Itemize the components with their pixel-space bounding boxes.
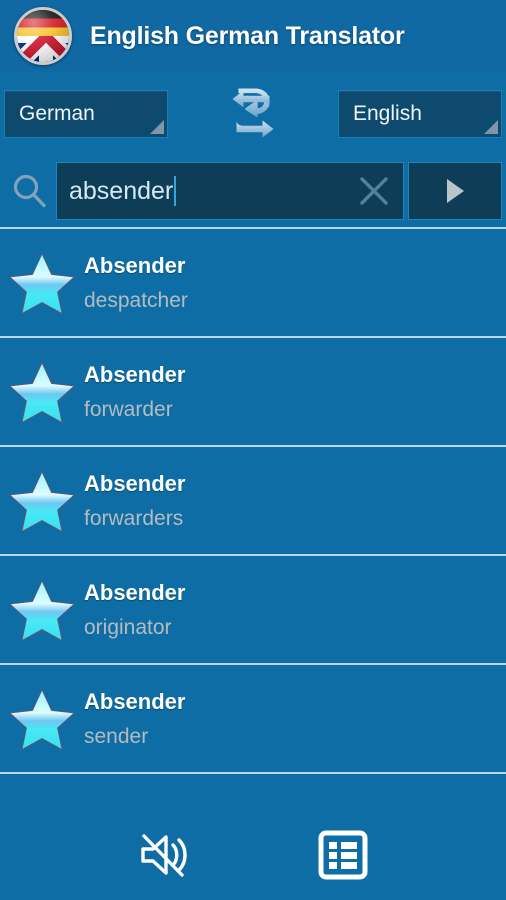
search-input[interactable]: absender <box>56 162 404 220</box>
result-term: Absender <box>84 688 186 714</box>
page-title: English German Translator <box>90 21 405 50</box>
result-row[interactable]: Absender despatcher <box>0 227 506 336</box>
result-row[interactable]: Absender forwarder <box>0 336 506 445</box>
text-caret <box>174 176 177 206</box>
result-translation: forwarders <box>84 506 184 530</box>
german-flag-half <box>17 10 69 36</box>
star-icon <box>9 688 75 750</box>
speaker-mute-button[interactable] <box>131 824 195 886</box>
swap-languages-button[interactable] <box>222 83 284 145</box>
star-icon <box>9 361 75 423</box>
result-term: Absender <box>84 470 186 496</box>
close-x-icon <box>360 177 388 205</box>
search-bar: absender <box>0 155 506 227</box>
translation-results-list[interactable]: Absender despatcher Absender forwarder A… <box>0 227 506 900</box>
word-list-button[interactable] <box>311 824 375 886</box>
play-triangle-icon <box>447 179 464 203</box>
language-selector-bar: German English <box>0 72 506 155</box>
german-uk-flag-globe-icon <box>14 7 72 65</box>
result-term: Absender <box>84 252 186 278</box>
result-texts: Absender sender <box>84 689 185 749</box>
target-language-spinner[interactable]: English <box>338 89 502 138</box>
result-translation: originator <box>84 615 172 639</box>
favorite-star-button[interactable] <box>6 465 78 537</box>
search-input-value: absender <box>69 176 174 205</box>
chevron-down-icon <box>150 119 164 134</box>
star-icon <box>9 579 75 641</box>
result-row[interactable]: Absender sender <box>0 663 506 772</box>
result-translation: forwarder <box>84 397 173 421</box>
speaker-mute-icon <box>141 834 187 877</box>
list-view-icon <box>318 830 368 880</box>
star-icon <box>9 470 75 532</box>
result-texts: Absender despatcher <box>84 253 188 313</box>
result-row[interactable]: Absender forwarders <box>0 445 506 554</box>
search-submit-button[interactable] <box>408 162 502 220</box>
bottom-toolbar <box>0 810 506 900</box>
favorite-star-button[interactable] <box>6 683 78 755</box>
target-language-label: English <box>353 101 422 125</box>
app-header: English German Translator <box>0 0 506 72</box>
result-texts: Absender originator <box>84 580 185 640</box>
list-end-divider <box>0 772 506 774</box>
search-icon <box>4 172 56 210</box>
result-row[interactable]: Absender originator <box>0 554 506 663</box>
chevron-down-icon <box>484 119 498 134</box>
result-texts: Absender forwarders <box>84 471 185 531</box>
result-term: Absender <box>84 579 186 605</box>
source-language-spinner[interactable]: German <box>4 89 168 138</box>
uk-flag-half <box>17 36 69 62</box>
favorite-star-button[interactable] <box>6 574 78 646</box>
favorite-star-button[interactable] <box>6 356 78 428</box>
clear-search-button[interactable] <box>351 168 397 214</box>
star-icon <box>9 252 75 314</box>
result-term: Absender <box>84 361 186 387</box>
result-texts: Absender forwarder <box>84 362 185 422</box>
result-translation: sender <box>84 724 149 748</box>
result-translation: despatcher <box>84 288 188 312</box>
source-language-label: German <box>19 101 95 125</box>
favorite-star-button[interactable] <box>6 247 78 319</box>
swap-arrows-icon <box>232 88 274 137</box>
